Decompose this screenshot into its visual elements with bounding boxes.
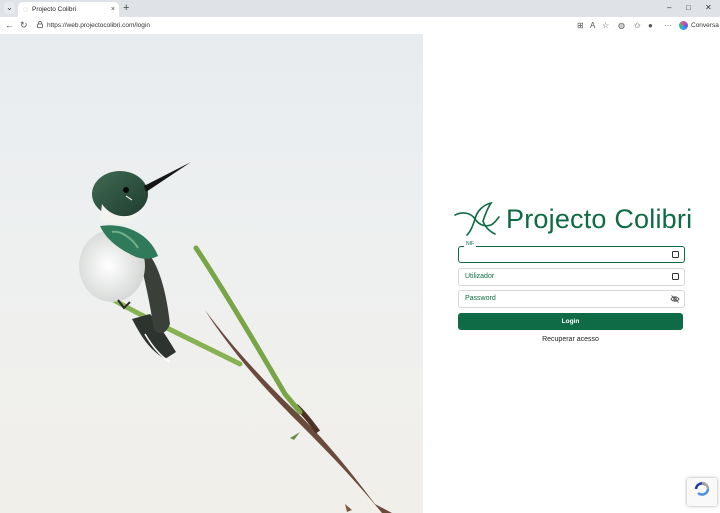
hummingbird-photo xyxy=(79,162,392,513)
address-bar-row: ← ↻ https://web.projectocolibri.com/logi… xyxy=(0,17,720,35)
login-panel: Projecto Colibri NIF Utilizador Password… xyxy=(423,34,720,513)
copilot-label: Conversa xyxy=(691,22,719,29)
recover-access-link[interactable]: Recuperar acesso xyxy=(458,335,683,345)
tab-close-button[interactable]: × xyxy=(111,5,115,14)
eye-off-icon[interactable] xyxy=(670,294,680,304)
url-text: https://web.projectocolibri.com/login xyxy=(47,22,150,29)
username-label: Utilizador xyxy=(465,273,495,280)
nif-label: NIF xyxy=(464,241,477,247)
app-available-icon[interactable]: ⊞ xyxy=(577,20,584,31)
brand-logo: Projecto Colibri xyxy=(453,199,720,239)
username-field[interactable]: Utilizador xyxy=(458,268,685,286)
new-tab-button[interactable]: + xyxy=(123,1,129,15)
profile-avatar-icon[interactable]: ● xyxy=(648,20,653,31)
copilot-icon xyxy=(679,21,688,30)
maximize-button[interactable]: □ xyxy=(686,3,691,13)
url-field[interactable]: https://web.projectocolibri.com/login xyxy=(31,19,611,32)
hero-image xyxy=(0,34,423,513)
favorites-icon[interactable]: ✩ xyxy=(634,20,641,31)
browser-tab-bar: ⌄ ◌ Projecto Colibri × + – □ ✕ xyxy=(0,0,720,17)
password-field[interactable]: Password xyxy=(458,290,685,308)
username-field-icon[interactable] xyxy=(672,272,679,280)
more-menu-button[interactable]: ··· xyxy=(664,20,672,31)
refresh-button[interactable]: ↻ xyxy=(20,20,28,31)
login-button[interactable]: Login xyxy=(458,313,683,330)
password-label: Password xyxy=(465,295,496,302)
tab-title: Projecto Colibri xyxy=(32,6,77,13)
close-window-button[interactable]: ✕ xyxy=(705,3,712,13)
lock-icon xyxy=(37,21,43,28)
hummingbird-logo-icon xyxy=(454,201,500,236)
nif-input[interactable] xyxy=(463,248,663,260)
tab-actions-menu[interactable]: ⌄ xyxy=(4,2,15,14)
favorite-star-icon[interactable]: ☆ xyxy=(602,20,609,31)
read-aloud-icon[interactable]: A xyxy=(590,20,595,31)
minimize-button[interactable]: – xyxy=(667,3,671,13)
nif-field[interactable]: NIF xyxy=(458,241,685,263)
brand-name: Projecto Colibri xyxy=(506,204,693,234)
browser-tab[interactable]: ◌ Projecto Colibri × xyxy=(18,2,119,17)
loading-favicon-icon: ◌ xyxy=(23,5,28,14)
back-button[interactable]: ← xyxy=(5,20,14,31)
recaptcha-icon xyxy=(694,481,710,496)
extensions-icon[interactable]: ◍ xyxy=(618,20,625,31)
recaptcha-badge[interactable] xyxy=(687,478,717,506)
nif-field-icon[interactable] xyxy=(672,250,679,258)
